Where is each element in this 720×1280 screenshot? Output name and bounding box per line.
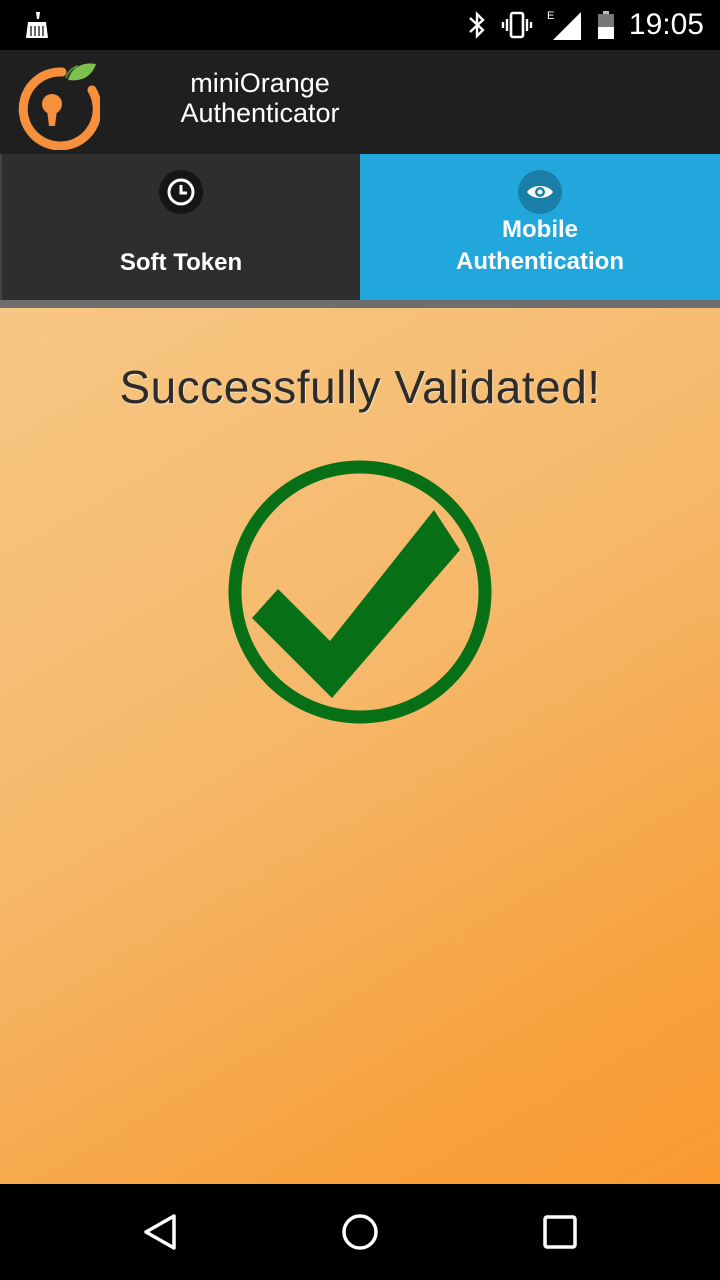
battery-icon	[597, 11, 614, 39]
status-bar: E 19:05	[0, 0, 720, 50]
tab-mobile-label-line2: Authentication	[456, 248, 624, 275]
app-bar: miniOrange Authenticator	[0, 50, 720, 154]
status-clock: 19:05	[628, 8, 704, 41]
app-title-line2: Authenticator	[180, 98, 340, 128]
screen: E 19:05 miniOrange Authenticator Soft To…	[0, 0, 720, 1280]
success-check-icon	[228, 460, 492, 724]
app-title-line1: miniOrange	[190, 68, 330, 98]
app-title: miniOrange Authenticator	[140, 68, 380, 128]
network-type-label: E	[547, 10, 554, 22]
success-message: Successfully Validated!	[119, 361, 601, 413]
navigation-bar	[0, 1184, 720, 1280]
home-icon[interactable]	[336, 1208, 384, 1256]
back-icon[interactable]	[136, 1208, 184, 1256]
cleaner-icon	[26, 12, 48, 38]
tab-bar: Soft Token Mobile Authentication	[0, 154, 720, 300]
vibrate-icon	[501, 11, 533, 39]
bluetooth-icon	[469, 11, 485, 39]
tab-mobile-authentication[interactable]: Mobile Authentication	[360, 154, 720, 300]
clock-icon	[159, 170, 203, 214]
validation-panel: Successfully Validated!	[0, 308, 720, 1184]
eye-icon	[518, 170, 562, 214]
tab-divider	[0, 300, 720, 308]
recent-apps-icon[interactable]	[536, 1208, 584, 1256]
tab-soft-token-label: Soft Token	[119, 249, 243, 276]
tab-mobile-authentication-label: Mobile Authentication	[360, 214, 720, 278]
status-icons: E 19:05	[453, 0, 704, 50]
tab-soft-token[interactable]: Soft Token	[0, 154, 360, 300]
signal-icon: E	[547, 10, 581, 40]
miniorange-logo-icon	[18, 63, 100, 150]
tab-mobile-label-line1: Mobile	[502, 216, 578, 243]
